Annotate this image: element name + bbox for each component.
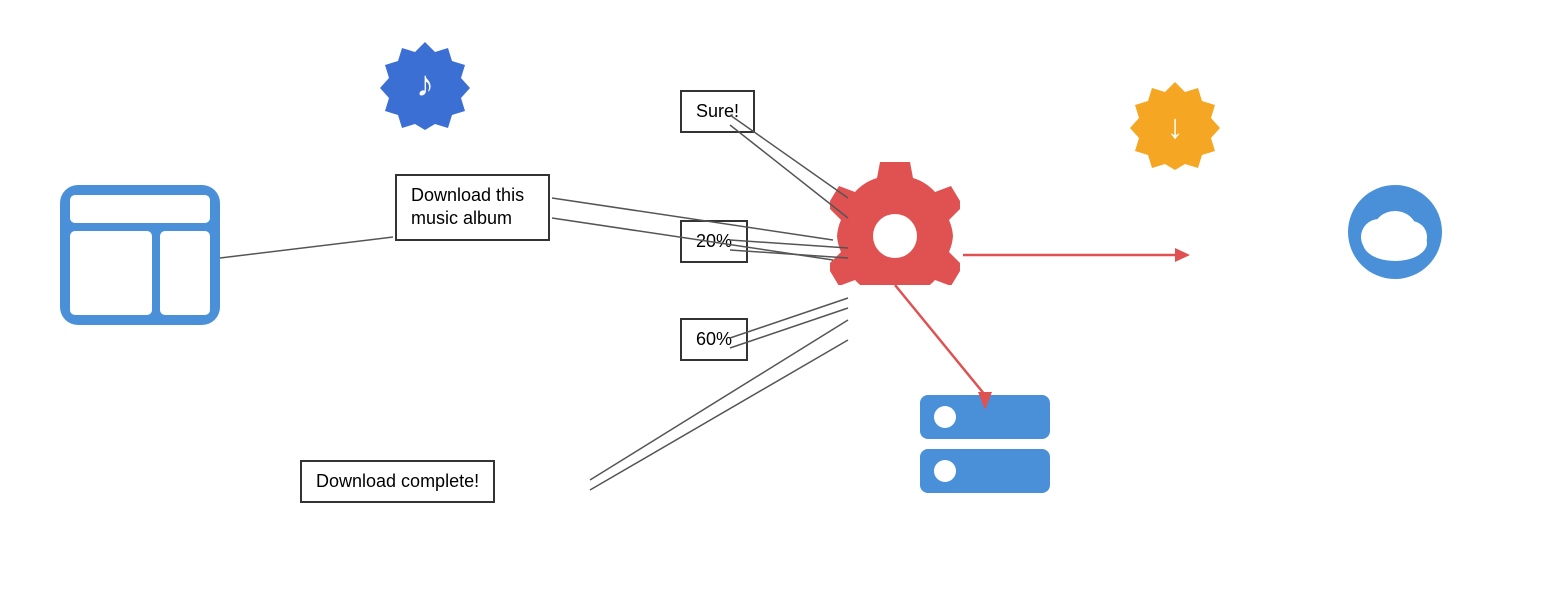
diagram-canvas: ♪ Download this music album Sure! 20% 60… <box>0 0 1550 600</box>
connections-overlay <box>0 0 1550 600</box>
download-request-box: Download this music album <box>395 174 550 241</box>
svg-text:↓: ↓ <box>1167 108 1184 146</box>
music-badge-icon: ♪ <box>380 40 470 135</box>
svg-text:♪: ♪ <box>416 63 434 104</box>
progress-20-box: 20% <box>680 220 748 263</box>
download-complete-box: Download complete! <box>300 460 495 503</box>
cloud-icon <box>1335 185 1455 285</box>
sure-response-box: Sure! <box>680 90 755 133</box>
database-item-2 <box>920 449 1050 493</box>
db-circle-1 <box>934 406 956 428</box>
download-badge-icon: ↓ <box>1130 80 1220 175</box>
progress-60-box: 60% <box>680 318 748 361</box>
database-item-1 <box>920 395 1050 439</box>
db-circle-2 <box>934 460 956 482</box>
database-container <box>920 395 1050 493</box>
gear-icon <box>830 155 960 290</box>
browser-icon <box>60 185 220 325</box>
